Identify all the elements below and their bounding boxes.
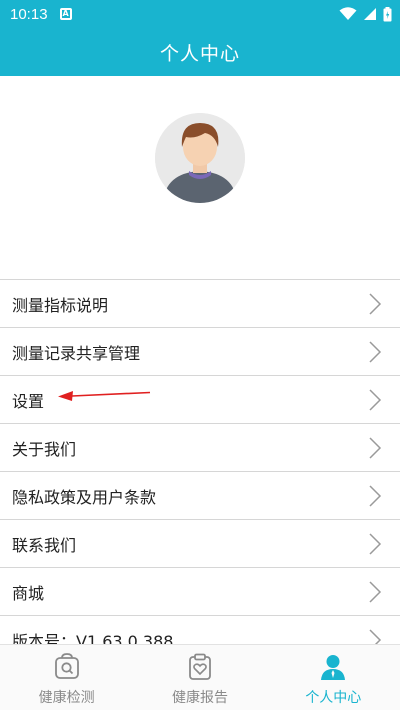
- menu-item-label: 测量指标说明: [12, 295, 109, 315]
- profile-area: [0, 76, 400, 279]
- menu-item-about-us[interactable]: 关于我们: [0, 424, 400, 472]
- app-header: 个人中心: [0, 28, 400, 76]
- menu-item-store[interactable]: 商城: [0, 568, 400, 616]
- menu-item-settings[interactable]: 设置: [0, 376, 400, 424]
- settings-menu: 测量指标说明 测量记录共享管理 设置 关于我们 隐私政策及用户条款 联系我们 商…: [0, 279, 400, 644]
- signal-icon: [364, 8, 376, 20]
- notification-icon: A: [59, 8, 72, 20]
- chevron-right-icon: [369, 580, 382, 603]
- page-title: 个人中心: [159, 42, 240, 65]
- chevron-right-icon: [369, 340, 382, 363]
- menu-item-label: 测量记录共享管理: [12, 343, 141, 363]
- battery-icon: [383, 6, 392, 21]
- status-bar: 10:13 A: [0, 0, 400, 28]
- chevron-right-icon: [369, 292, 382, 315]
- wifi-icon: [339, 7, 357, 20]
- avatar[interactable]: [155, 113, 245, 203]
- menu-item-contact-us[interactable]: 联系我们: [0, 520, 400, 568]
- chevron-right-icon: [369, 484, 382, 507]
- tab-label: 健康检测: [38, 690, 95, 706]
- menu-item-privacy-policy[interactable]: 隐私政策及用户条款: [0, 472, 400, 520]
- chevron-right-icon: [369, 628, 382, 644]
- menu-item-label: 关于我们: [12, 439, 77, 459]
- chevron-right-icon: [369, 388, 382, 411]
- chevron-right-icon: [369, 532, 382, 555]
- tab-personal-center[interactable]: 个人中心: [267, 645, 400, 710]
- person-icon: [321, 655, 346, 680]
- clipboard-heart-icon: [189, 653, 211, 680]
- status-icons: [339, 6, 392, 22]
- tab-health-report[interactable]: 健康报告: [133, 645, 266, 710]
- search-bag-icon: [54, 653, 79, 679]
- menu-item-label: 商城: [12, 583, 45, 603]
- menu-item-label: 联系我们: [12, 535, 77, 555]
- tab-label: 个人中心: [305, 690, 362, 706]
- status-time: 10:13: [10, 5, 48, 23]
- tab-health-check[interactable]: 健康检测: [0, 645, 133, 710]
- menu-item-label: 设置: [12, 391, 45, 411]
- avatar-image: [155, 113, 245, 203]
- tab-label: 健康报告: [171, 690, 228, 706]
- menu-item-label: 版本号：V1.63.0.388: [12, 631, 174, 645]
- bottom-tab-bar: 健康检测 健康报告 个人中心: [0, 644, 400, 710]
- menu-item-version[interactable]: 版本号：V1.63.0.388: [0, 616, 400, 644]
- red-arrow-annotation: [58, 391, 151, 401]
- menu-item-label: 隐私政策及用户条款: [12, 487, 157, 507]
- menu-item-metrics-guide[interactable]: 测量指标说明: [0, 280, 400, 328]
- menu-item-record-sharing[interactable]: 测量记录共享管理: [0, 328, 400, 376]
- chevron-right-icon: [369, 436, 382, 459]
